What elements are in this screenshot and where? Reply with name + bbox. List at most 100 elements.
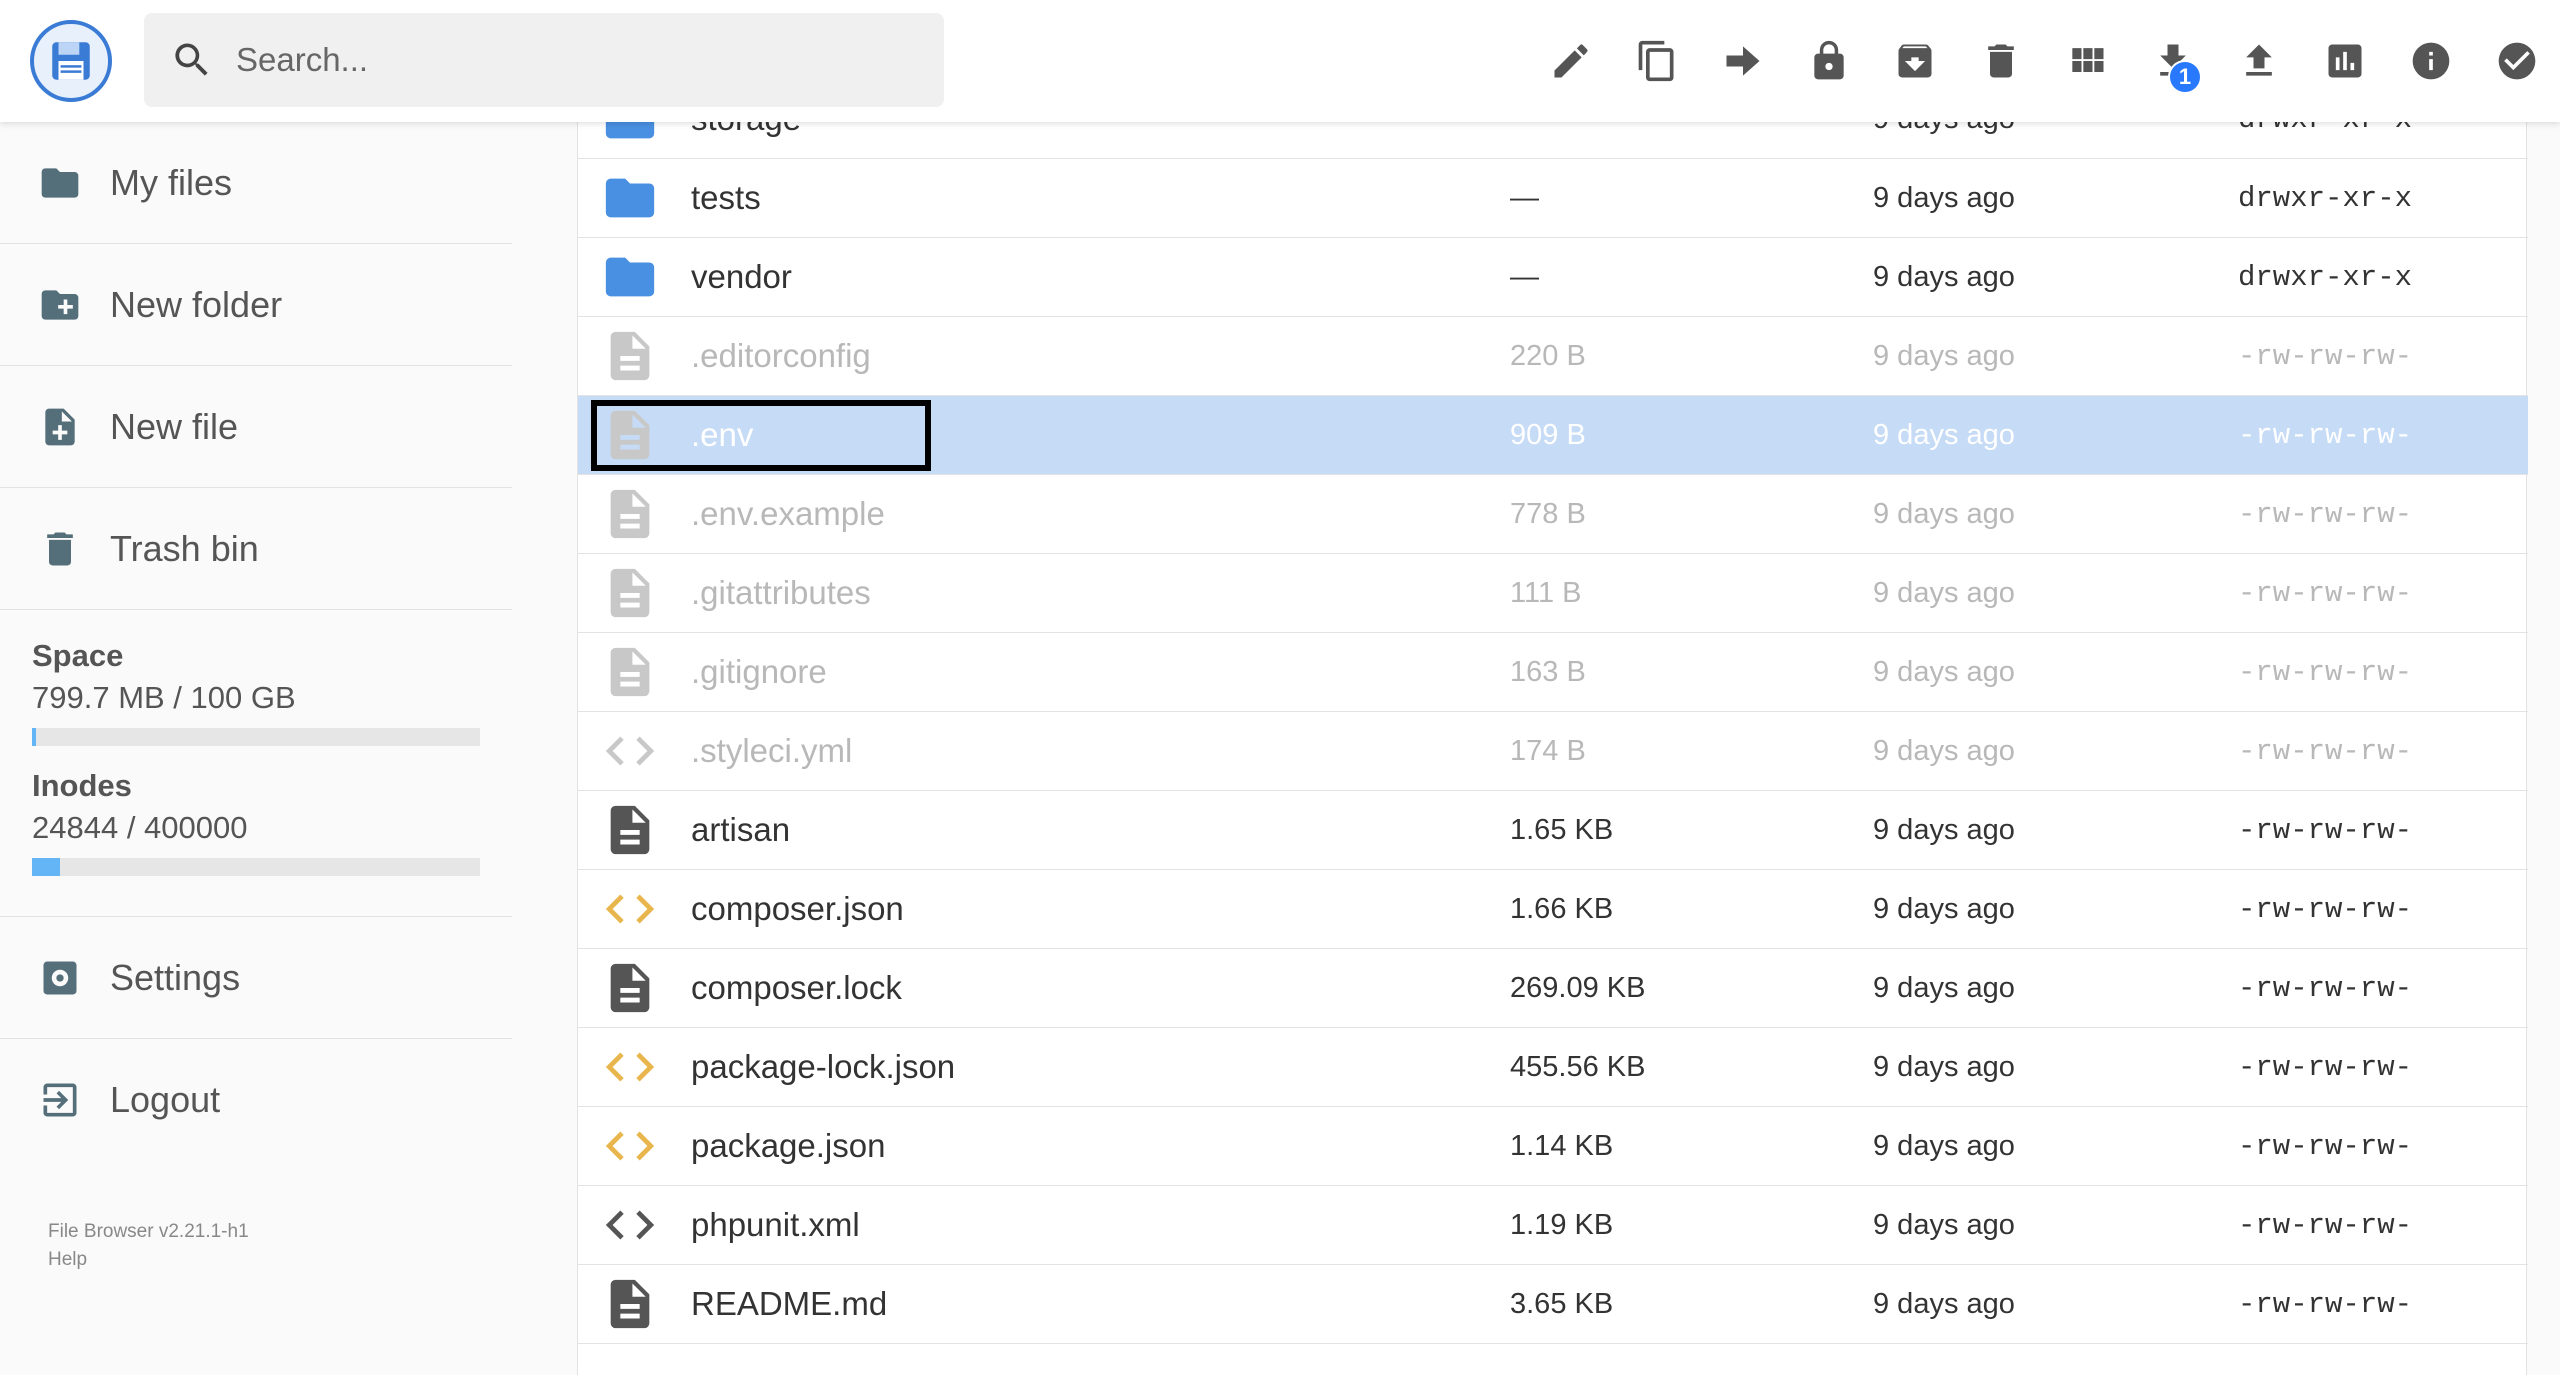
file-name: package-lock.json: [691, 1048, 956, 1085]
file-name: .editorconfig: [691, 337, 871, 374]
file-modified: 9 days ago: [1873, 734, 2015, 767]
file-permissions: -rw-rw-rw-: [2238, 418, 2413, 452]
file-type-icon: [598, 482, 662, 546]
sidebar-item-trash-bin[interactable]: Trash bin: [0, 488, 512, 610]
sidebar-item-logout[interactable]: Logout: [0, 1039, 512, 1161]
usage-panel: Space 799.7 MB / 100 GB Inodes 24844 / 4…: [0, 610, 512, 917]
sidebar-item-label: My files: [110, 161, 233, 203]
file-type-icon: [598, 1035, 662, 1099]
file-permissions: drwxr-xr-x: [2238, 181, 2413, 215]
select-button[interactable]: [2474, 18, 2560, 104]
file-type-icon: [598, 1114, 662, 1178]
code-icon: [605, 1052, 655, 1082]
file-plus-icon: [45, 408, 75, 445]
file-type-icon: [598, 798, 662, 862]
file-modified: 9 days ago: [1873, 1208, 2015, 1241]
file-row[interactable]: .gitattributes 111 B 9 days ago -rw-rw-rw-: [578, 554, 2528, 633]
sidebar-item-my-files[interactable]: My files: [0, 122, 512, 244]
logout-icon: [43, 1083, 77, 1117]
file-permissions: -rw-rw-rw-: [2238, 734, 2413, 768]
file-modified: 9 days ago: [1873, 576, 2015, 609]
file-modified: 9 days ago: [1873, 181, 2015, 214]
file-type-icon: [598, 719, 662, 783]
sidebar-item-new-folder[interactable]: New folder: [0, 244, 512, 366]
file-row[interactable]: .editorconfig 220 B 9 days ago -rw-rw-rw-: [578, 317, 2528, 396]
file-name: .env.example: [691, 495, 885, 532]
app-logo[interactable]: [30, 20, 112, 102]
code-icon: [605, 736, 655, 766]
view-mode-button[interactable]: [2044, 18, 2130, 104]
code-icon: [605, 1210, 655, 1240]
help-link[interactable]: Help: [48, 1246, 249, 1274]
inodes-progress-fill: [32, 858, 60, 876]
toolbar-actions: 1: [1528, 0, 2560, 122]
file-size: 163 B: [1510, 655, 1586, 688]
upload-icon: [2246, 44, 2272, 76]
file-type-icon: [598, 245, 662, 309]
file-type-icon: [598, 1272, 662, 1336]
file-name: vendor: [691, 258, 792, 295]
file-type-icon: [598, 561, 662, 625]
file-row[interactable]: tests — 9 days ago drwxr-xr-x: [578, 159, 2528, 238]
copy-button[interactable]: [1614, 18, 1700, 104]
file-type-icon: [598, 324, 662, 388]
file-row[interactable]: composer.json 1.66 KB 9 days ago -rw-rw-rw-: [578, 870, 2528, 949]
trash-icon: [47, 532, 73, 565]
archive-icon: [1898, 44, 1932, 78]
folder-icon: [605, 178, 655, 218]
file-row[interactable]: package.json 1.14 KB 9 days ago -rw-rw-rw-: [578, 1107, 2528, 1186]
file-size: 269.09 KB: [1510, 971, 1646, 1004]
edit-button[interactable]: [1528, 18, 1614, 104]
file-permissions: -rw-rw-rw-: [2238, 1050, 2413, 1084]
file-permissions: -rw-rw-rw-: [2238, 655, 2413, 689]
info-button[interactable]: [2388, 18, 2474, 104]
file-row[interactable]: .env 909 B9 days ago -rw-rw-rw-: [578, 396, 2528, 475]
code-icon: [605, 1131, 655, 1161]
file-permissions: -rw-rw-rw-: [2238, 813, 2413, 847]
file-size: 455.56 KB: [1510, 1050, 1646, 1083]
file-row[interactable]: README.md 3.65 KB 9 days ago -rw-rw-rw-: [578, 1265, 2528, 1344]
file-row[interactable]: phpunit.xml 1.19 KB 9 days ago -rw-rw-rw-: [578, 1186, 2528, 1265]
file-modified: 9 days ago: [1873, 339, 2015, 372]
search-box[interactable]: Search...: [144, 13, 944, 107]
grid-icon: [2072, 48, 2104, 72]
file-permissions: -rw-rw-rw-: [2238, 1129, 2413, 1163]
file-row[interactable]: artisan 1.65 KB 9 days ago -rw-rw-rw-: [578, 791, 2528, 870]
file-modified: 9 days ago: [1873, 813, 2015, 846]
space-title: Space: [32, 638, 124, 673]
copy-icon: [1638, 40, 1674, 82]
file-name: .gitignore: [691, 653, 827, 690]
file-modified: 9 days ago: [1873, 1129, 2015, 1162]
file-row[interactable]: composer.lock 269.09 KB 9 days ago -rw-rw-r…: [578, 949, 2528, 1028]
file-size: 111 B: [1510, 576, 1582, 609]
delete-button[interactable]: [1958, 18, 2044, 104]
sidebar-item-settings[interactable]: Settings: [0, 917, 512, 1039]
move-button[interactable]: [1700, 18, 1786, 104]
file-type-icon: [598, 1193, 662, 1257]
file-modified: 9 days ago: [1873, 892, 2015, 925]
file-modified: 9 days ago: [1873, 418, 2015, 451]
download-button[interactable]: 1: [2130, 18, 2216, 104]
upload-button[interactable]: [2216, 18, 2302, 104]
file-row[interactable]: package-lock.json 455.56 KB 9 days ago -rw-…: [578, 1028, 2528, 1107]
info-icon: [2412, 42, 2450, 80]
file-name: .gitattributes: [691, 574, 871, 611]
archive-button[interactable]: [1872, 18, 1958, 104]
sidebar-item-new-file[interactable]: New file: [0, 366, 512, 488]
sidebar-item-label: Trash bin: [110, 527, 259, 569]
version-text: File Browser v2.21.1-h1: [48, 1221, 249, 1242]
inodes-value: 24844 / 400000: [32, 810, 248, 845]
file-row[interactable]: vendor — 9 days ago drwxr-xr-x: [578, 238, 2528, 317]
stats-button[interactable]: [2302, 18, 2388, 104]
permissions-button[interactable]: [1786, 18, 1872, 104]
sidebar-item-label: New file: [110, 405, 239, 447]
space-progress-bar: [32, 728, 480, 746]
search-icon: [175, 43, 208, 76]
file-name: .styleci.yml: [691, 732, 853, 769]
file-row[interactable]: .gitignore 163 B 9 days ago -rw-rw-rw-: [578, 633, 2528, 712]
file-name: tests: [691, 179, 761, 216]
file-row[interactable]: .env.example 778 B 9 days ago -rw-rw-rw-: [578, 475, 2528, 554]
file-size: 1.65 KB: [1510, 813, 1614, 846]
file-name: README.md: [691, 1285, 888, 1322]
file-row[interactable]: .styleci.yml 174 B 9 days ago -rw-rw-rw-: [578, 712, 2528, 791]
